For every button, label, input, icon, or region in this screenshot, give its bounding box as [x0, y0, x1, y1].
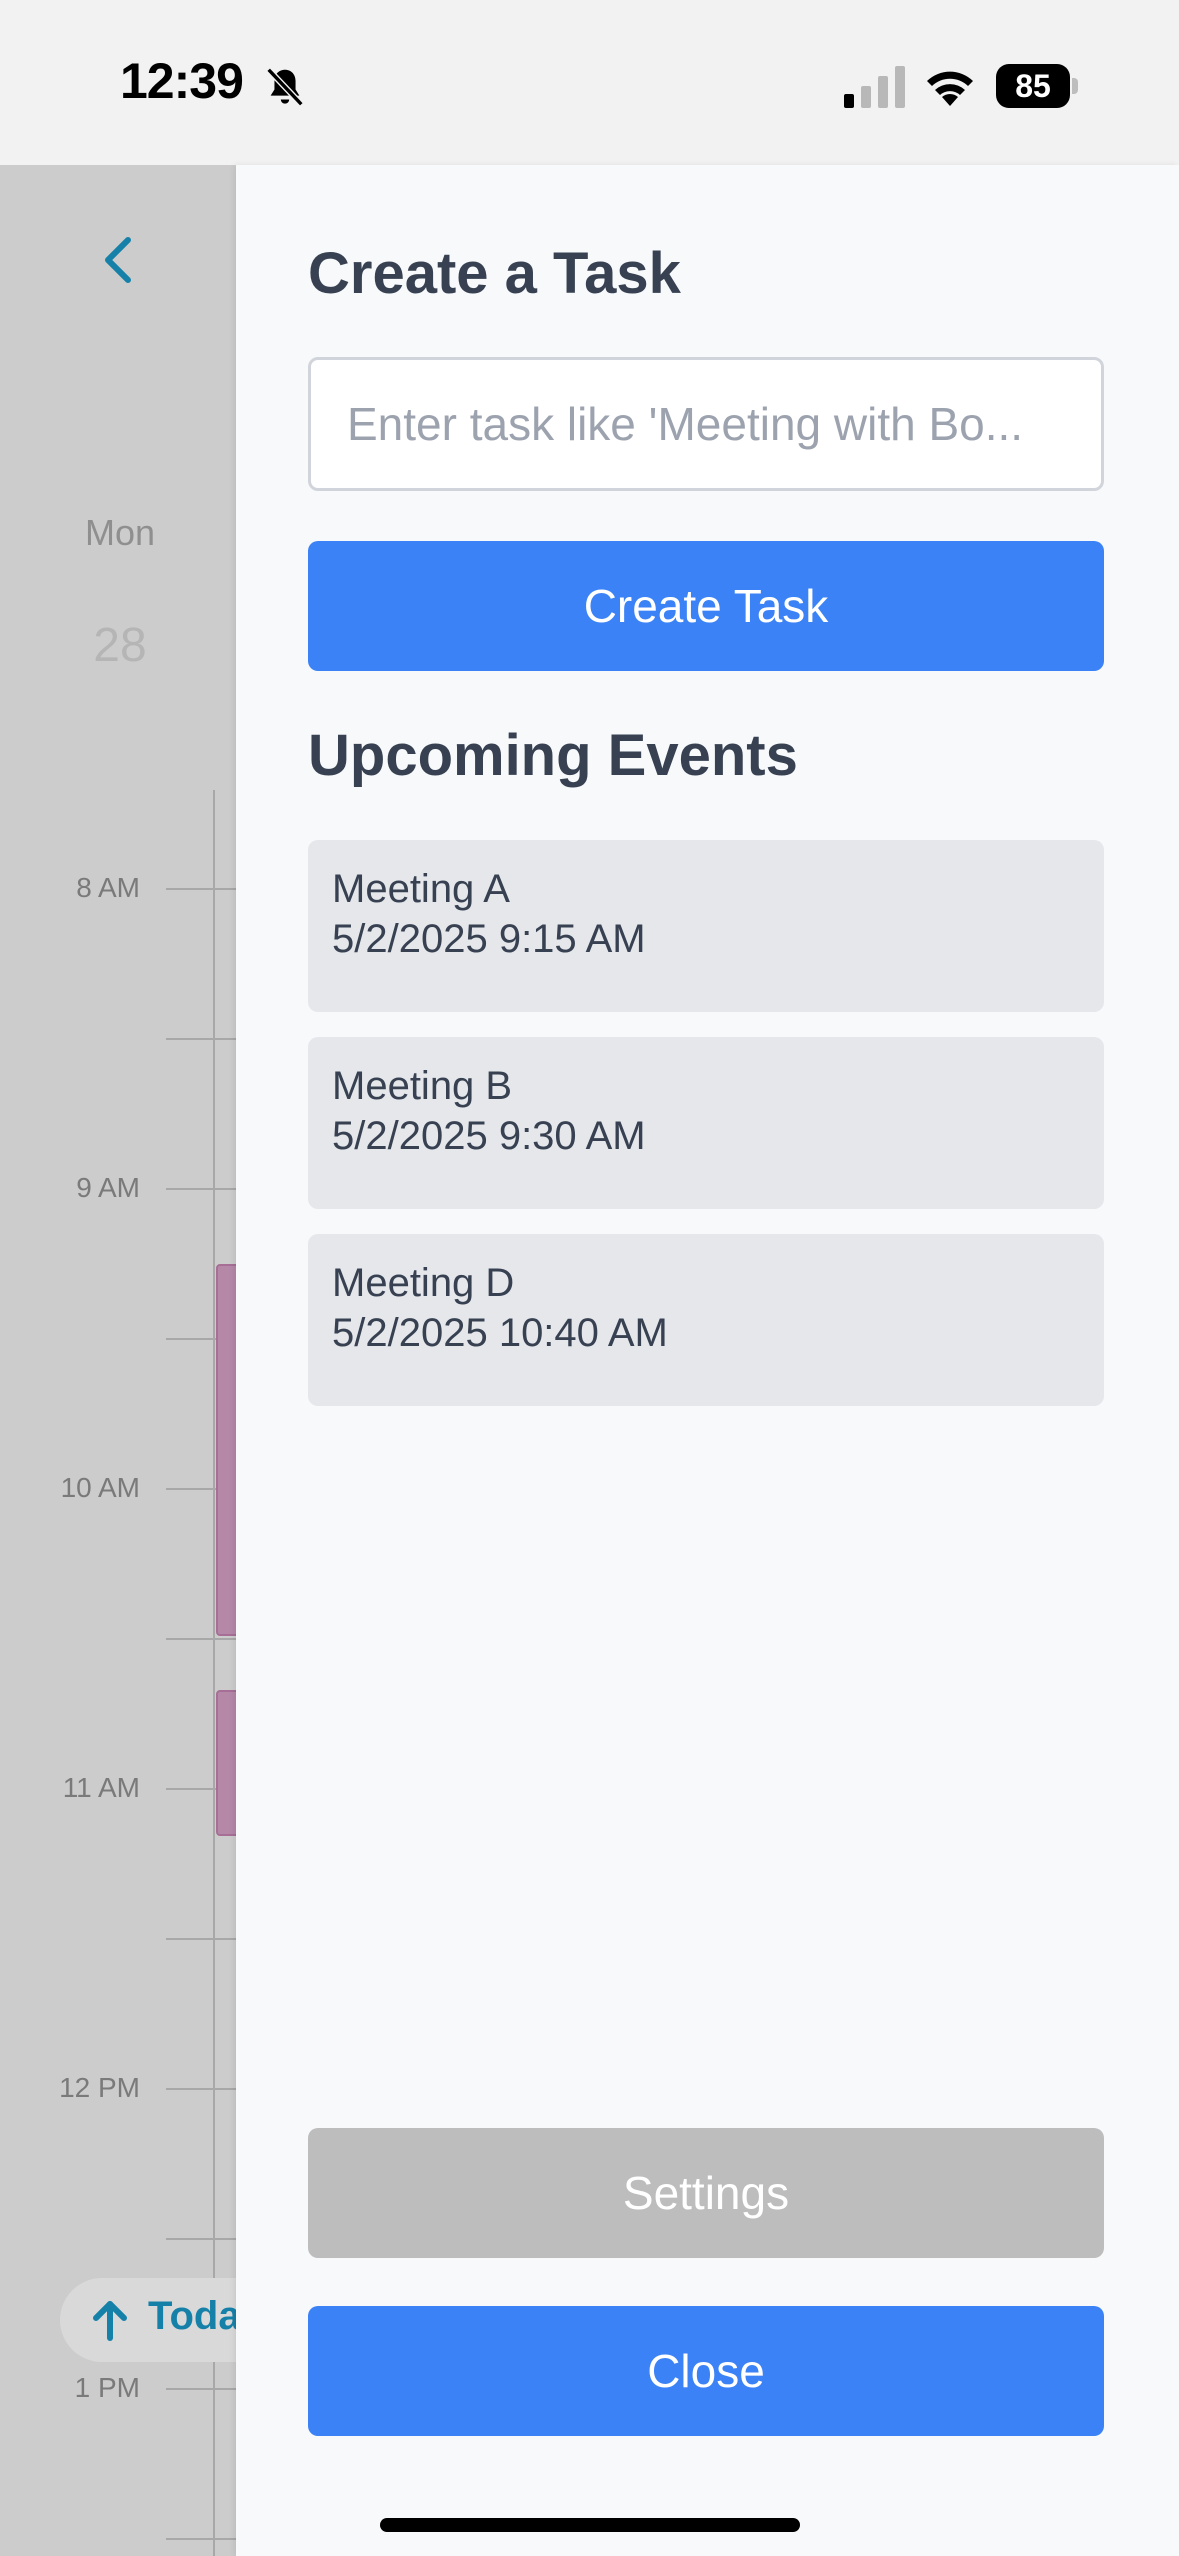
calendar-day-number[interactable]: 28: [60, 618, 180, 673]
hour-label: 12 PM: [59, 2072, 140, 2103]
status-time: 12:39: [120, 53, 244, 109]
arrow-up-icon: [93, 2301, 127, 2341]
hour-tick: [166, 888, 236, 890]
event-time: 5/2/2025 9:15 AM: [332, 917, 646, 961]
hour-label: 8 AM: [76, 872, 140, 903]
calendar-day-name: Mon: [84, 512, 156, 553]
hour-tick: [166, 2388, 236, 2390]
settings-button[interactable]: Settings: [308, 2128, 1104, 2258]
home-indicator[interactable]: [380, 2518, 800, 2532]
half-hour-tick: [166, 1038, 236, 1040]
half-hour-tick: [166, 1638, 236, 1640]
wifi-icon: [927, 71, 973, 106]
battery-icon: 85: [996, 64, 1080, 108]
hour-tick: [166, 2088, 236, 2090]
half-hour-tick: [166, 2238, 236, 2240]
cellular-signal-icon: [844, 66, 905, 108]
hour-label: 9 AM: [76, 1172, 140, 1203]
hour-label: 11 AM: [62, 1772, 140, 1803]
half-hour-tick: [166, 1938, 236, 1940]
chevron-left-icon[interactable]: [96, 232, 140, 288]
event-name: Meeting A: [332, 867, 510, 911]
create-task-button[interactable]: Create Task: [308, 541, 1104, 671]
event-card[interactable]: Meeting B 5/2/2025 9:30 AM: [308, 1037, 1104, 1209]
event-name: Meeting D: [332, 1261, 515, 1305]
today-label: Toda: [148, 2294, 241, 2338]
status-bar: 12:39 85: [0, 0, 1179, 165]
event-time: 5/2/2025 10:40 AM: [332, 1311, 668, 1355]
event-name: Meeting B: [332, 1064, 513, 1108]
task-input[interactable]: [308, 357, 1104, 491]
hour-label: 10 AM: [60, 1472, 140, 1503]
drawer-title: Create a Task: [308, 241, 681, 306]
close-button[interactable]: Close: [308, 2306, 1104, 2436]
hour-tick: [166, 1188, 236, 1190]
battery-level: 85: [1015, 68, 1051, 104]
event-card[interactable]: Meeting D 5/2/2025 10:40 AM: [308, 1234, 1104, 1406]
half-hour-tick: [166, 2538, 236, 2540]
bell-muted-icon: [266, 67, 304, 107]
hour-label: 1 PM: [74, 2372, 140, 2403]
upcoming-events-title: Upcoming Events: [308, 723, 798, 788]
event-time: 5/2/2025 9:30 AM: [332, 1114, 646, 1158]
event-card[interactable]: Meeting A 5/2/2025 9:15 AM: [308, 840, 1104, 1012]
